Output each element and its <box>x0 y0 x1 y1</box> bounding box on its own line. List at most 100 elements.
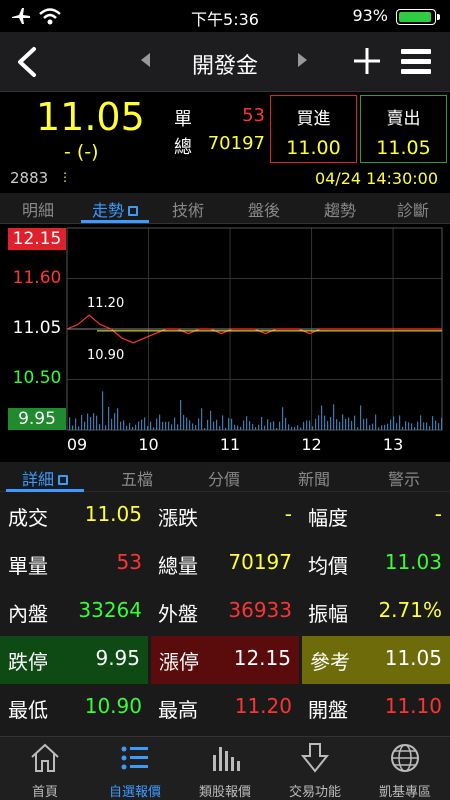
volume-bar <box>252 424 254 430</box>
tab-trend[interactable]: 走勢 <box>81 197 149 223</box>
trade-arrow-icon <box>300 743 330 773</box>
detail-low: 最低 10.90 <box>8 694 142 722</box>
buy-price: 11.00 <box>286 137 341 159</box>
nav-kgi-zone[interactable]: 凱基專區 <box>360 741 450 800</box>
tab-diagnosis[interactable]: 診斷 <box>393 197 433 221</box>
tab-tendency[interactable]: 趨勢 <box>320 197 360 221</box>
volume-bar <box>420 415 422 430</box>
detail-grid: 成交 11.05 漲跌 - 幅度 - 單量 53 總量 70197 均價 11.03 內盤 3… <box>0 492 450 736</box>
detail-open: 開盤 11.10 <box>308 694 442 722</box>
volume-bar <box>255 427 257 430</box>
volume-bar <box>99 424 101 430</box>
tab-after-hours[interactable]: 盤後 <box>244 197 284 221</box>
volume-bar <box>261 416 263 430</box>
volume-bar <box>186 417 188 430</box>
volume-bar <box>414 427 416 430</box>
volume-bar <box>273 421 275 430</box>
status-bar: 下午5:36 93% <box>0 0 450 32</box>
volume-bar <box>90 417 92 430</box>
volume-bar <box>210 410 212 430</box>
next-stock-icon[interactable] <box>296 53 308 67</box>
expand-icon[interactable] <box>128 206 138 216</box>
quote-header: 11.05 - (-) 單 53 總 70197 買進 11.00 賣出 11.… <box>0 93 450 193</box>
volume-bar <box>114 413 116 430</box>
volume-bar <box>177 424 179 430</box>
y-tick-low: 10.50 <box>12 368 62 388</box>
volume-bar <box>318 415 320 430</box>
volume-bar <box>327 421 329 430</box>
detail-total-volume: 總量 70197 <box>158 550 292 578</box>
buy-label: 買進 <box>296 109 331 129</box>
total-volume-value: 70197 <box>207 133 265 154</box>
volume-bar <box>150 421 152 430</box>
add-icon[interactable] <box>352 46 382 76</box>
volume-bar <box>216 419 218 430</box>
volume-bar <box>264 425 266 430</box>
volume-bar <box>300 427 302 430</box>
detail-high: 最高 11.20 <box>158 694 292 722</box>
nav-watchlist[interactable]: 自選報價 <box>90 741 180 800</box>
volume-bar <box>204 427 206 430</box>
volume-bar <box>396 423 398 430</box>
page-title: 開發金 <box>191 54 258 79</box>
volume-bar <box>402 426 404 430</box>
volume-bar <box>360 405 362 430</box>
volume-bar <box>129 423 131 430</box>
buy-button[interactable]: 買進 11.00 <box>270 95 357 163</box>
volume-bar <box>345 418 347 430</box>
volume-bar <box>213 421 215 430</box>
chart-canvas: 09 10 11 12 13 11.20 10.90 <box>66 227 443 454</box>
volume-bar <box>372 423 374 430</box>
x-tick-label: 09 <box>67 435 87 454</box>
volume-bar <box>330 416 332 430</box>
volume-bar <box>81 415 83 430</box>
tab-technical[interactable]: 技術 <box>168 197 208 221</box>
volume-bar <box>435 420 437 430</box>
volume-bar <box>147 426 149 430</box>
volume-bar <box>228 418 230 430</box>
volume-bar <box>183 415 185 430</box>
volume-bar <box>399 415 401 430</box>
volume-bar <box>321 405 323 430</box>
menu-icon[interactable] <box>401 48 431 76</box>
volume-bar <box>72 425 74 430</box>
intraday-chart[interactable]: 09 10 11 12 13 11.20 10.90 12.15 11.60 11.05 1… <box>0 224 450 462</box>
volume-bar <box>117 408 119 430</box>
volume-bar <box>270 422 272 430</box>
tab-five-levels[interactable]: 五檔 <box>117 466 157 490</box>
home-icon <box>31 743 59 772</box>
volume-bar <box>411 423 413 430</box>
tab-details[interactable]: 明細 <box>18 197 58 221</box>
volume-bar <box>351 420 353 430</box>
tab-detail[interactable]: 詳細 <box>6 466 84 492</box>
nav-trade[interactable]: 交易功能 <box>270 741 360 800</box>
nav-home[interactable]: 首頁 <box>0 741 90 800</box>
high-annotation: 11.20 <box>87 296 124 311</box>
tab-detail-label: 詳細 <box>21 470 54 489</box>
nav-sector[interactable]: 類股報價 <box>180 741 270 800</box>
volume-bar <box>135 424 137 430</box>
tab-alerts[interactable]: 警示 <box>384 466 424 490</box>
volume-bar <box>405 421 407 430</box>
volume-bar <box>288 424 290 430</box>
expand-icon[interactable] <box>58 475 68 485</box>
volume-bar <box>387 423 389 430</box>
volume-bar <box>441 417 443 430</box>
y-tick-limit-up: 12.15 <box>8 228 66 250</box>
tab-news[interactable]: 新聞 <box>294 466 334 490</box>
volume-bar <box>279 421 281 430</box>
volume-bar <box>249 421 251 430</box>
unit-volume-label: 單 <box>174 109 192 130</box>
sell-button[interactable]: 賣出 11.05 <box>360 95 447 163</box>
y-tick-high: 11.60 <box>12 268 62 288</box>
volume-bar <box>363 418 365 430</box>
volume-bar <box>222 415 224 430</box>
volume-bar <box>78 426 80 430</box>
volume-bar <box>339 421 341 430</box>
volume-bar <box>369 425 371 430</box>
volume-bar <box>165 421 167 430</box>
tab-price-distribution[interactable]: 分價 <box>204 466 244 490</box>
volume-bar <box>111 418 113 430</box>
y-tick-reference: 11.05 <box>12 318 62 338</box>
price-change: - (-) <box>64 141 99 163</box>
